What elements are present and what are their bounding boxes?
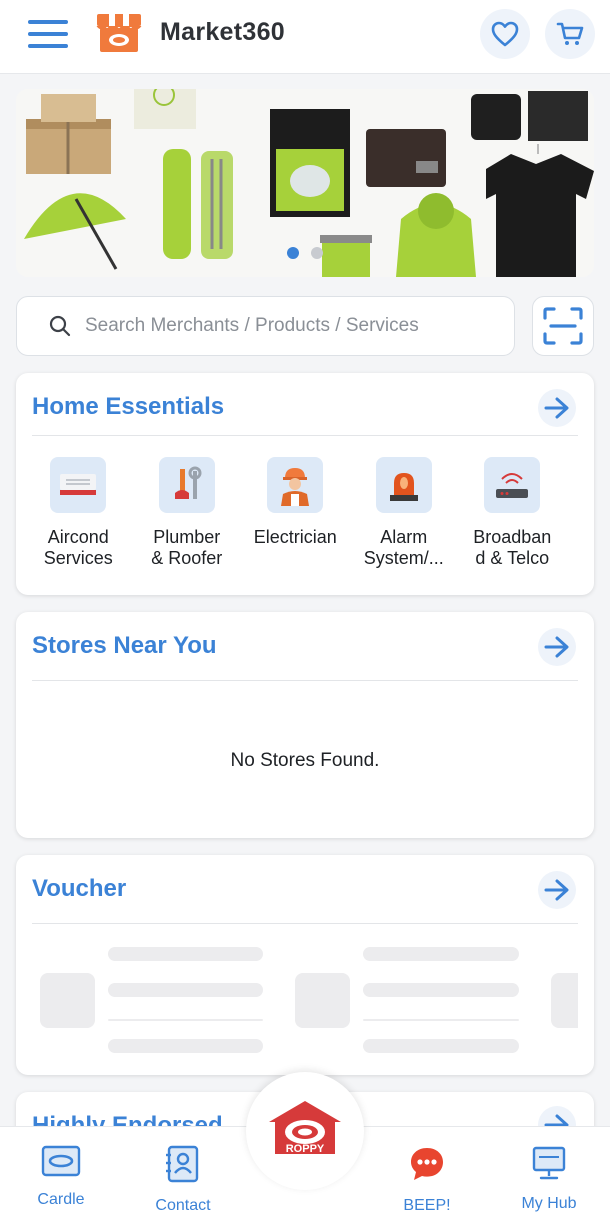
voucher-skeleton-line: [363, 1019, 519, 1021]
scan-icon: [543, 307, 583, 345]
contact-book-icon: [166, 1145, 199, 1183]
nav-contact[interactable]: Contact: [128, 1145, 238, 1215]
voucher-skeleton-line: [363, 1039, 519, 1053]
category-list: Aircond Services Plumber & Roofer Electr…: [16, 457, 594, 569]
arrow-right-icon: [544, 397, 569, 419]
stores-near-you-arrow-button[interactable]: [538, 628, 576, 666]
arrow-right-icon: [544, 879, 569, 901]
card-divider: [32, 923, 578, 924]
promo-banner-carousel[interactable]: [16, 89, 594, 277]
search-icon: [49, 315, 71, 337]
category-label: Plumber & Roofer: [151, 527, 223, 568]
voucher-card: Voucher: [16, 855, 594, 1075]
app-header: Market360: [0, 0, 610, 74]
home-essentials-title: Home Essentials: [32, 393, 225, 420]
voucher-title: Voucher: [32, 875, 127, 902]
voucher-arrow-button[interactable]: [538, 871, 576, 909]
scan-button[interactable]: [532, 296, 594, 356]
carousel-dot-2[interactable]: [311, 247, 323, 259]
carousel-dot-1[interactable]: [287, 247, 299, 259]
monitor-icon: [532, 1146, 566, 1180]
search-input[interactable]: [85, 309, 505, 343]
plumber-tools-icon: [158, 457, 215, 513]
nav-label: BEEP!: [403, 1197, 451, 1214]
category-electrician[interactable]: Electrician: [241, 457, 350, 569]
category-label: Aircond Services: [43, 527, 113, 568]
search-bar: [16, 296, 515, 356]
electrician-icon: [267, 457, 324, 513]
category-aircond[interactable]: Aircond Services: [24, 457, 133, 569]
nav-label: My Hub: [521, 1195, 577, 1212]
stores-near-you-title: Stores Near You: [32, 632, 217, 659]
nav-my-hub[interactable]: My Hub: [494, 1145, 604, 1213]
voucher-skeleton-image: [40, 973, 95, 1028]
category-alarm[interactable]: Alarm System/...: [350, 457, 459, 569]
nav-label: Contact: [155, 1197, 211, 1214]
carousel-dots: [16, 247, 594, 259]
voucher-skeleton-line: [108, 1019, 263, 1021]
cart-button[interactable]: [545, 9, 595, 59]
roppy-house-icon: ROPPY: [269, 1101, 341, 1155]
category-plumber[interactable]: Plumber & Roofer: [133, 457, 242, 569]
card-divider: [32, 435, 578, 436]
roppy-logo-text: ROPPY: [286, 1143, 325, 1155]
card-icon: [41, 1145, 81, 1177]
cart-icon: [556, 22, 584, 45]
alarm-siren-icon: [375, 457, 432, 513]
favorites-button[interactable]: [480, 9, 530, 59]
arrow-right-icon: [544, 636, 569, 658]
nav-beep[interactable]: BEEP!: [372, 1145, 482, 1215]
category-label: Broadban d & Telco: [473, 527, 552, 568]
voucher-skeleton-line: [108, 947, 263, 961]
voucher-skeleton-line: [108, 1039, 263, 1053]
no-stores-message: No Stores Found.: [230, 750, 380, 771]
router-icon: [484, 457, 541, 513]
storefront-logo-icon[interactable]: [94, 12, 144, 54]
app-title: Market360: [160, 18, 286, 46]
category-label: Electrician: [253, 527, 337, 547]
voucher-skeleton-image: [295, 973, 350, 1028]
voucher-skeleton-line: [363, 947, 519, 961]
voucher-skeleton-line: [363, 983, 519, 997]
category-broadband[interactable]: Broadban d & Telco: [458, 457, 567, 569]
nav-cardle[interactable]: Cardle: [6, 1145, 116, 1209]
nav-label: Cardle: [37, 1191, 85, 1208]
roppy-center-button[interactable]: ROPPY: [246, 1072, 364, 1190]
chat-bubble-icon: [411, 1148, 443, 1180]
category-label: Alarm System/...: [363, 527, 444, 568]
card-divider: [32, 680, 578, 681]
aircond-icon: [50, 457, 107, 513]
voucher-skeleton-image: [551, 973, 578, 1028]
stores-near-you-card: Stores Near You No Stores Found.: [16, 612, 594, 838]
hamburger-menu-icon[interactable]: [28, 20, 68, 50]
home-essentials-card: Home Essentials Aircond Services Plumber…: [16, 373, 594, 595]
home-essentials-arrow-button[interactable]: [538, 389, 576, 427]
voucher-skeleton-line: [108, 983, 263, 997]
heart-icon: [491, 21, 519, 47]
